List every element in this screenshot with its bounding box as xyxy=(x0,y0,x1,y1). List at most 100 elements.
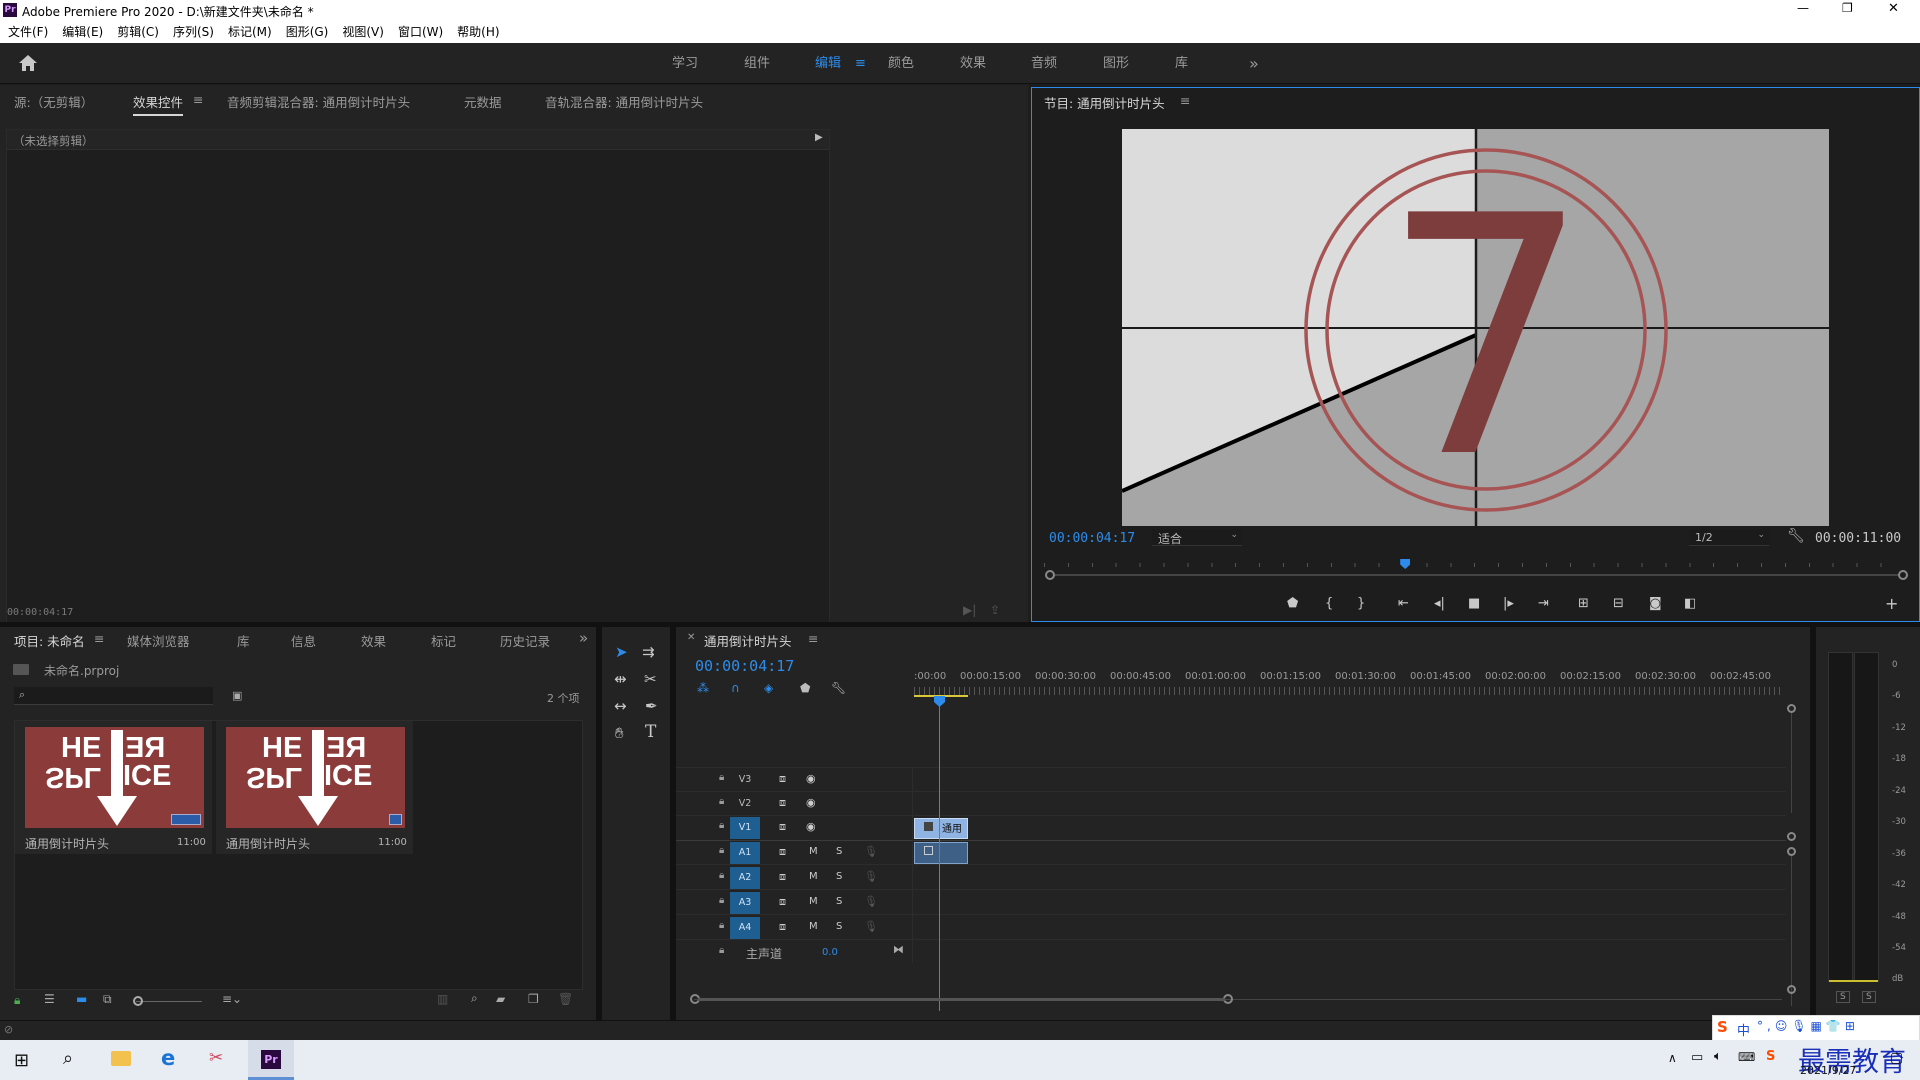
snipping-tool-icon[interactable]: ✂ xyxy=(209,1048,223,1068)
close-sequence-icon[interactable]: ✕ xyxy=(687,632,695,643)
menu-window[interactable]: 窗口(W) xyxy=(391,21,450,43)
tray-sogou-icon[interactable]: S xyxy=(1766,1049,1775,1064)
vertical-zoom-handle[interactable] xyxy=(1787,985,1796,994)
eye-icon[interactable]: ◉ xyxy=(806,772,816,785)
menu-file[interactable]: 文件(F) xyxy=(1,21,55,43)
program-menu-icon[interactable]: ≡ xyxy=(1180,93,1190,108)
freeform-view-icon[interactable]: ⧉ xyxy=(103,992,112,1007)
project-item[interactable]: HE RE SPL ICE 通用倒计时片头 11:00 xyxy=(216,721,413,854)
tab-markers[interactable]: 标记 xyxy=(431,631,456,650)
ime-mode[interactable]: 中 xyxy=(1737,1020,1750,1039)
find-icon[interactable]: ⌕ xyxy=(471,991,478,1006)
premiere-taskbar-button[interactable]: Pr xyxy=(248,1040,294,1080)
sync-lock-icon[interactable]: ⧈ xyxy=(779,895,786,909)
pen-tool-icon[interactable]: ✒ xyxy=(645,697,658,715)
menu-markers[interactable]: 标记(M) xyxy=(221,21,279,43)
mute-button[interactable]: M xyxy=(809,871,818,882)
track-label-a4[interactable]: A4 xyxy=(730,917,760,939)
workspace-assembly[interactable]: 组件 xyxy=(744,43,770,84)
workspace-more[interactable]: » xyxy=(1249,43,1259,84)
go-to-in-icon[interactable]: ⇤ xyxy=(1398,596,1409,611)
tab-effects[interactable]: 效果 xyxy=(361,631,386,650)
menu-clip[interactable]: 剪辑(C) xyxy=(110,21,166,43)
track-select-tool-icon[interactable]: ⇉ xyxy=(642,643,655,661)
sync-lock-icon[interactable]: ⧈ xyxy=(779,920,786,934)
workspace-audio[interactable]: 音频 xyxy=(1031,43,1057,84)
clear-icon[interactable]: 🗑︎ xyxy=(558,992,573,1006)
add-marker-icon[interactable]: ⬟ xyxy=(800,681,810,695)
master-volume-value[interactable]: 0.0 xyxy=(822,947,838,958)
step-forward-icon[interactable]: |▸ xyxy=(1503,596,1514,611)
file-explorer-icon[interactable] xyxy=(111,1051,131,1066)
workspace-color[interactable]: 颜色 xyxy=(888,43,914,84)
mute-button[interactable]: M xyxy=(809,896,818,907)
workspace-editing[interactable]: 编辑 xyxy=(815,43,841,84)
solo-button[interactable]: S xyxy=(836,846,842,857)
home-icon[interactable] xyxy=(18,54,38,72)
mute-button[interactable]: M xyxy=(809,921,818,932)
tab-audio-clip-mixer[interactable]: 音频剪辑混合器: 通用倒计时片头 xyxy=(227,92,410,111)
step-back-icon[interactable]: ◂| xyxy=(1434,596,1445,611)
tray-volume-icon[interactable]: 🔈︎ xyxy=(1714,1049,1722,1064)
windows-start-icon[interactable]: ⊞ xyxy=(14,1050,29,1071)
tab-audio-track-mixer[interactable]: 音轨混合器: 通用倒计时片头 xyxy=(545,92,703,111)
lift-icon[interactable]: ⊞ xyxy=(1578,596,1589,611)
program-time-ruler[interactable] xyxy=(1044,555,1904,569)
hand-tool-icon[interactable]: ✋︎ xyxy=(615,724,624,742)
vertical-zoom-handle[interactable] xyxy=(1787,704,1796,713)
tab-media-browser[interactable]: 媒体浏览器 xyxy=(127,631,190,650)
track-label-v3[interactable]: V3 xyxy=(730,769,760,791)
slider-handle[interactable] xyxy=(133,996,143,1006)
track-label-a2[interactable]: A2 xyxy=(730,867,760,889)
solo-button[interactable]: S xyxy=(836,921,842,932)
lock-icon[interactable]: 🔒︎ xyxy=(719,845,724,856)
zoom-handle-right[interactable] xyxy=(1898,570,1908,580)
program-current-timecode[interactable]: 00:00:04:17 xyxy=(1049,531,1135,546)
project-menu-icon[interactable]: ≡ xyxy=(94,631,104,646)
extract-icon[interactable]: ⊟ xyxy=(1613,596,1624,611)
tab-info[interactable]: 信息 xyxy=(291,631,316,650)
export-frame-camera-icon[interactable]: ◙ xyxy=(1649,596,1662,611)
lock-icon[interactable]: 🔒︎ xyxy=(719,870,724,881)
new-search-bin-icon[interactable]: ▣ xyxy=(232,689,242,702)
add-button-icon[interactable]: + xyxy=(1885,594,1898,613)
comparison-view-icon[interactable]: ◧ xyxy=(1684,596,1696,611)
ime-tools-icons[interactable]: °,☺🎙︎▦👕⊞ xyxy=(1757,1019,1859,1033)
selection-tool-icon[interactable]: ➤ xyxy=(615,643,628,661)
icon-view-icon[interactable]: ▬ xyxy=(76,992,87,1006)
sync-lock-icon[interactable]: ⧈ xyxy=(779,820,786,834)
solo-button[interactable]: S xyxy=(836,896,842,907)
lock-icon[interactable]: 🔒︎ xyxy=(719,820,724,831)
tab-program[interactable]: 节目: 通用倒计时片头 xyxy=(1044,93,1165,112)
more-tabs-icon[interactable]: » xyxy=(579,629,588,647)
workspace-graphics[interactable]: 图形 xyxy=(1103,43,1129,84)
tray-network-icon[interactable]: ▭ xyxy=(1691,1050,1703,1065)
lock-icon[interactable]: 🔒︎ xyxy=(14,993,20,1008)
close-button[interactable]: ✕ xyxy=(1888,1,1899,16)
stop-icon[interactable]: ■ xyxy=(1468,596,1480,611)
sync-lock-icon[interactable]: ⧈ xyxy=(779,772,786,786)
audio-clip[interactable] xyxy=(914,842,968,864)
sort-icon[interactable]: ≡⌄ xyxy=(222,992,242,1006)
microphone-icon[interactable]: 🎙︎ xyxy=(864,870,878,883)
sync-lock-icon[interactable]: ⧈ xyxy=(779,870,786,884)
workspace-libraries[interactable]: 库 xyxy=(1175,43,1188,84)
tab-metadata[interactable]: 元数据 xyxy=(464,92,502,111)
solo-button[interactable]: S xyxy=(836,871,842,882)
microphone-icon[interactable]: 🎙︎ xyxy=(864,920,878,933)
track-label-a3[interactable]: A3 xyxy=(730,892,760,914)
type-tool-icon[interactable]: T xyxy=(645,722,656,742)
workspace-menu-icon[interactable]: ≡ xyxy=(855,43,866,84)
linked-selection-icon[interactable]: ◈ xyxy=(764,681,773,695)
video-clip[interactable]: 通用 xyxy=(914,818,968,839)
export-icon[interactable]: ⇪ xyxy=(990,603,1000,617)
restore-button[interactable]: ❐ xyxy=(1842,1,1853,15)
sync-lock-icon[interactable]: ⧈ xyxy=(779,796,786,810)
solo-right-button[interactable]: S xyxy=(1862,991,1876,1003)
add-marker-icon[interactable]: ⬟ xyxy=(1287,596,1298,611)
menu-view[interactable]: 视图(V) xyxy=(335,21,391,43)
zoom-handle-left[interactable] xyxy=(1045,570,1055,580)
nest-icon[interactable]: ⁂ xyxy=(697,681,709,695)
vertical-zoom-handle[interactable] xyxy=(1787,847,1796,856)
horizontal-scroll-thumb[interactable] xyxy=(698,998,1225,1001)
